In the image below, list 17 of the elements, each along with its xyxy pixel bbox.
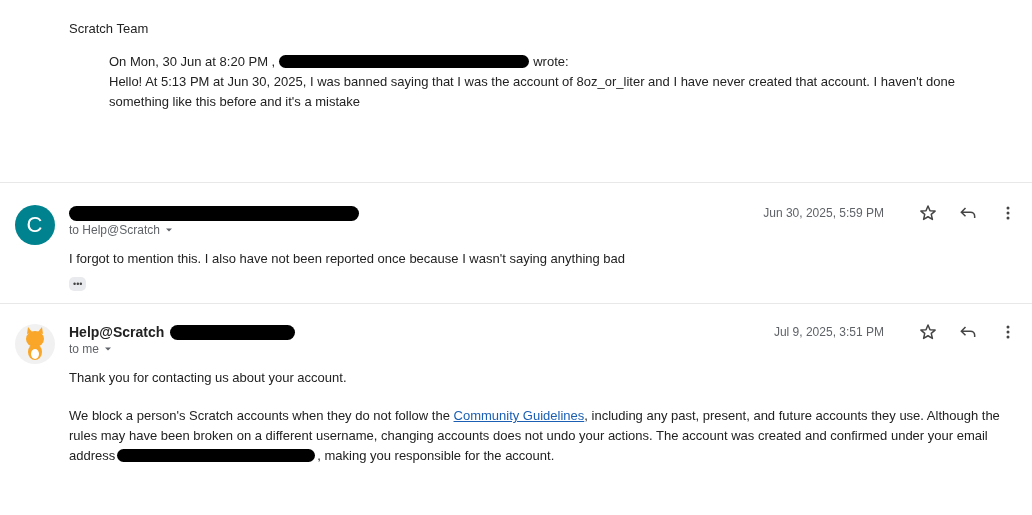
quote-header-text: On Mon, 30 Jun at 8:20 PM , — [109, 54, 276, 69]
quote-header-text: wrote: — [533, 54, 569, 69]
message-text: Thank you for contacting us about your account. — [69, 369, 348, 387]
message-text: I forgot to mention this. I also have not been reported once because I wasn't saying anything bad — [69, 250, 627, 268]
avatar-icon — [14, 324, 55, 364]
recipient-dropdown[interactable]: to me — [69, 342, 113, 356]
avatar-letter: C — [14, 205, 55, 245]
signature-text: Scratch Team — [69, 20, 150, 38]
message-text: We block a person's Scratch accounts when they do not follow the Community Guidelines, including any past, present, and future accounts they use. Although the rules may have been broken on a different username, changing accounts does not undo your actions. The account was created and confirmed under your email address , making you responsible for the account. — [69, 407, 1001, 465]
recipient-dropdown[interactable]: to Help@Scratch — [69, 223, 174, 237]
sender-name: Help@Scratch — [69, 324, 165, 340]
message-date: Jul 9, 2025, 3:51 PM — [773, 325, 884, 339]
show-trimmed-button[interactable]: ••• — [69, 277, 87, 291]
quoted-message-text: Hello! At 5:13 PM at Jun 30, 2025, I was banned saying that I was the account of 8oz_or_liter and I have never created that account. I haven't done something like this before and it's a mistake — [109, 73, 956, 111]
star-icon[interactable] — [918, 322, 938, 342]
message-date: Jun 30, 2025, 5:59 PM — [763, 206, 884, 220]
star-icon[interactable] — [918, 203, 938, 223]
